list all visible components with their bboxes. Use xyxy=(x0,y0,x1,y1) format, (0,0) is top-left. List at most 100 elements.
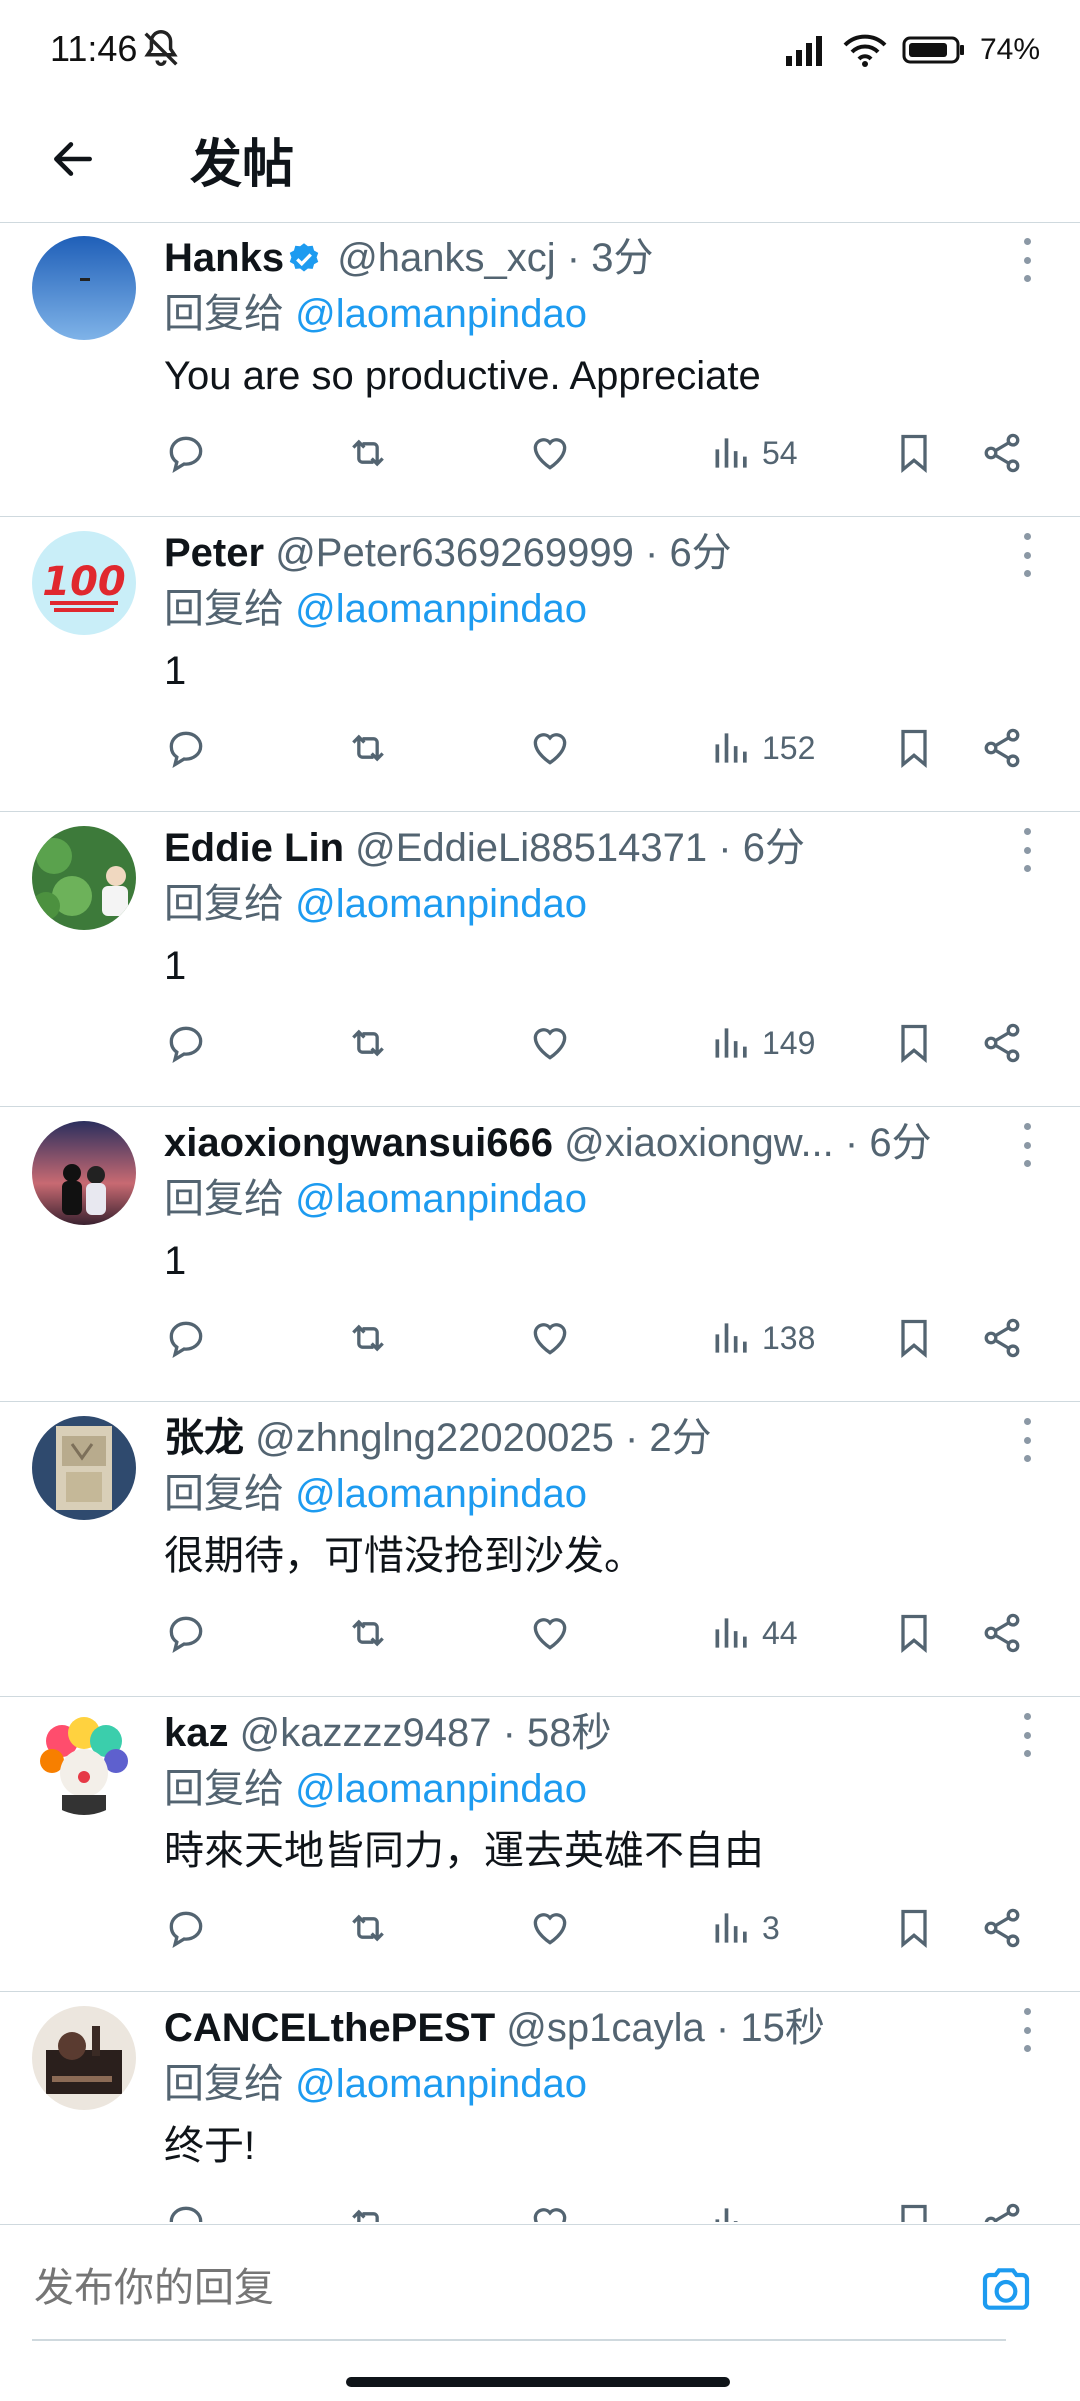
more-options-button[interactable] xyxy=(1012,1418,1042,1462)
more-options-button[interactable] xyxy=(1012,1713,1042,1757)
retweet-button[interactable] xyxy=(346,420,390,486)
post-time[interactable]: 6分 xyxy=(743,826,805,870)
back-button[interactable] xyxy=(40,126,106,192)
author-handle[interactable]: @EddieLi88514371 xyxy=(355,826,707,870)
author-name[interactable]: Peter xyxy=(164,531,264,575)
like-button[interactable] xyxy=(528,715,572,781)
avatar[interactable] xyxy=(32,1711,136,1815)
views-button[interactable]: 44 xyxy=(710,1600,798,1666)
reply-item[interactable]: Hanks @hanks_xcj · 3分 回复给 @laomanpindao … xyxy=(0,222,1080,517)
author-handle[interactable]: @hanks_xcj xyxy=(337,236,555,280)
more-options-button[interactable] xyxy=(1012,1123,1042,1167)
author-name[interactable]: kaz xyxy=(164,1711,229,1755)
views-button[interactable]: 138 xyxy=(710,1305,815,1371)
bookmark-button[interactable] xyxy=(892,1305,936,1371)
reply-item[interactable]: CANCELthePEST @sp1cayla · 15秒 回复给 @laoma… xyxy=(0,1992,1080,2222)
post-time[interactable]: 15秒 xyxy=(740,2006,825,2050)
avatar[interactable] xyxy=(32,826,136,930)
more-options-button[interactable] xyxy=(1012,2008,1042,2052)
reply-input[interactable] xyxy=(32,2237,1006,2341)
more-options-button[interactable] xyxy=(1012,238,1042,282)
avatar[interactable] xyxy=(32,236,136,340)
like-button[interactable] xyxy=(528,1600,572,1666)
share-icon xyxy=(984,2203,1020,2222)
author-handle[interactable]: @sp1cayla xyxy=(506,2006,704,2050)
retweet-button[interactable] xyxy=(346,1305,390,1371)
avatar[interactable] xyxy=(32,1121,136,1225)
share-button[interactable] xyxy=(980,1600,1024,1666)
bookmark-button[interactable] xyxy=(892,1895,936,1961)
share-button[interactable] xyxy=(980,715,1024,781)
post-time[interactable]: 2分 xyxy=(649,1416,711,1460)
author-name[interactable]: xiaoxiongwansui666 xyxy=(164,1121,553,1165)
bar-chart-icon xyxy=(715,1618,747,1648)
reply-text: 很期待，可惜没抢到沙发。 xyxy=(164,1534,644,1578)
share-button[interactable] xyxy=(980,1895,1024,1961)
more-options-button[interactable] xyxy=(1012,533,1042,577)
retweet-button[interactable] xyxy=(346,2190,390,2222)
bookmark-button[interactable] xyxy=(892,1600,936,1666)
reply-item[interactable]: Eddie Lin @EddieLi88514371 · 6分 回复给 @lao… xyxy=(0,812,1080,1107)
home-indicator[interactable] xyxy=(346,2377,730,2387)
post-time[interactable]: 6分 xyxy=(869,1121,931,1165)
share-button[interactable] xyxy=(980,1010,1024,1076)
avatar[interactable]: 100 xyxy=(32,531,136,635)
reply-button[interactable] xyxy=(164,420,208,486)
post-time[interactable]: 6分 xyxy=(669,531,731,575)
reply-button[interactable] xyxy=(164,1895,208,1961)
author-handle[interactable]: @Peter6369269999 xyxy=(275,531,634,575)
reply-item[interactable]: 张龙 @zhnglng22020025 · 2分 回复给 @laomanpind… xyxy=(0,1402,1080,1697)
views-button[interactable]: 54 xyxy=(710,420,798,486)
share-button[interactable] xyxy=(980,420,1024,486)
like-button[interactable] xyxy=(528,2190,572,2222)
reply-button[interactable] xyxy=(164,1305,208,1371)
like-button[interactable] xyxy=(528,1010,572,1076)
share-button[interactable] xyxy=(980,2190,1024,2222)
mention-link[interactable]: @laomanpindao xyxy=(295,292,587,336)
reply-list[interactable]: Hanks @hanks_xcj · 3分 回复给 @laomanpindao … xyxy=(0,222,1080,2222)
like-button[interactable] xyxy=(528,1305,572,1371)
views-button[interactable] xyxy=(710,2190,762,2222)
bookmark-button[interactable] xyxy=(892,715,936,781)
avatar[interactable] xyxy=(32,2006,136,2110)
reply-button[interactable] xyxy=(164,715,208,781)
share-icon xyxy=(984,1318,1020,1358)
mention-link[interactable]: @laomanpindao xyxy=(295,1472,587,1516)
author-handle[interactable]: @zhnglng22020025 xyxy=(255,1416,614,1460)
mention-link[interactable]: @laomanpindao xyxy=(295,587,587,631)
like-button[interactable] xyxy=(528,420,572,486)
author-handle[interactable]: @kazzzz9487 xyxy=(240,1711,492,1755)
retweet-button[interactable] xyxy=(346,1600,390,1666)
bookmark-button[interactable] xyxy=(892,420,936,486)
author-name[interactable]: Eddie Lin xyxy=(164,826,344,870)
mention-link[interactable]: @laomanpindao xyxy=(295,882,587,926)
bookmark-button[interactable] xyxy=(892,1010,936,1076)
reply-item[interactable]: xiaoxiongwansui666 @xiaoxiongw... · 6分 回… xyxy=(0,1107,1080,1402)
avatar[interactable] xyxy=(32,1416,136,1520)
reply-button[interactable] xyxy=(164,1010,208,1076)
like-button[interactable] xyxy=(528,1895,572,1961)
bookmark-button[interactable] xyxy=(892,2190,936,2222)
mention-link[interactable]: @laomanpindao xyxy=(295,1177,587,1221)
author-handle[interactable]: @xiaoxiongw... xyxy=(564,1121,834,1165)
views-button[interactable]: 149 xyxy=(710,1010,815,1076)
mention-link[interactable]: @laomanpindao xyxy=(295,2062,587,2106)
reply-button[interactable] xyxy=(164,1600,208,1666)
camera-button[interactable] xyxy=(978,2261,1034,2317)
author-name[interactable]: Hanks xyxy=(164,236,284,280)
views-button[interactable]: 3 xyxy=(710,1895,780,1961)
retweet-button[interactable] xyxy=(346,1895,390,1961)
more-options-button[interactable] xyxy=(1012,828,1042,872)
mention-link[interactable]: @laomanpindao xyxy=(295,1767,587,1811)
views-button[interactable]: 152 xyxy=(710,715,815,781)
post-time[interactable]: 58秒 xyxy=(527,1711,612,1755)
retweet-button[interactable] xyxy=(346,1010,390,1076)
share-button[interactable] xyxy=(980,1305,1024,1371)
retweet-button[interactable] xyxy=(346,715,390,781)
reply-item[interactable]: kaz @kazzzz9487 · 58秒 回复给 @laomanpindao … xyxy=(0,1697,1080,1992)
author-name[interactable]: CANCELthePEST xyxy=(164,2006,495,2050)
reply-item[interactable]: 100 Peter @Peter6369269999 · 6分 回复给 @lao… xyxy=(0,517,1080,812)
author-name[interactable]: 张龙 xyxy=(164,1416,244,1460)
reply-button[interactable] xyxy=(164,2190,208,2222)
post-time[interactable]: 3分 xyxy=(591,236,653,280)
